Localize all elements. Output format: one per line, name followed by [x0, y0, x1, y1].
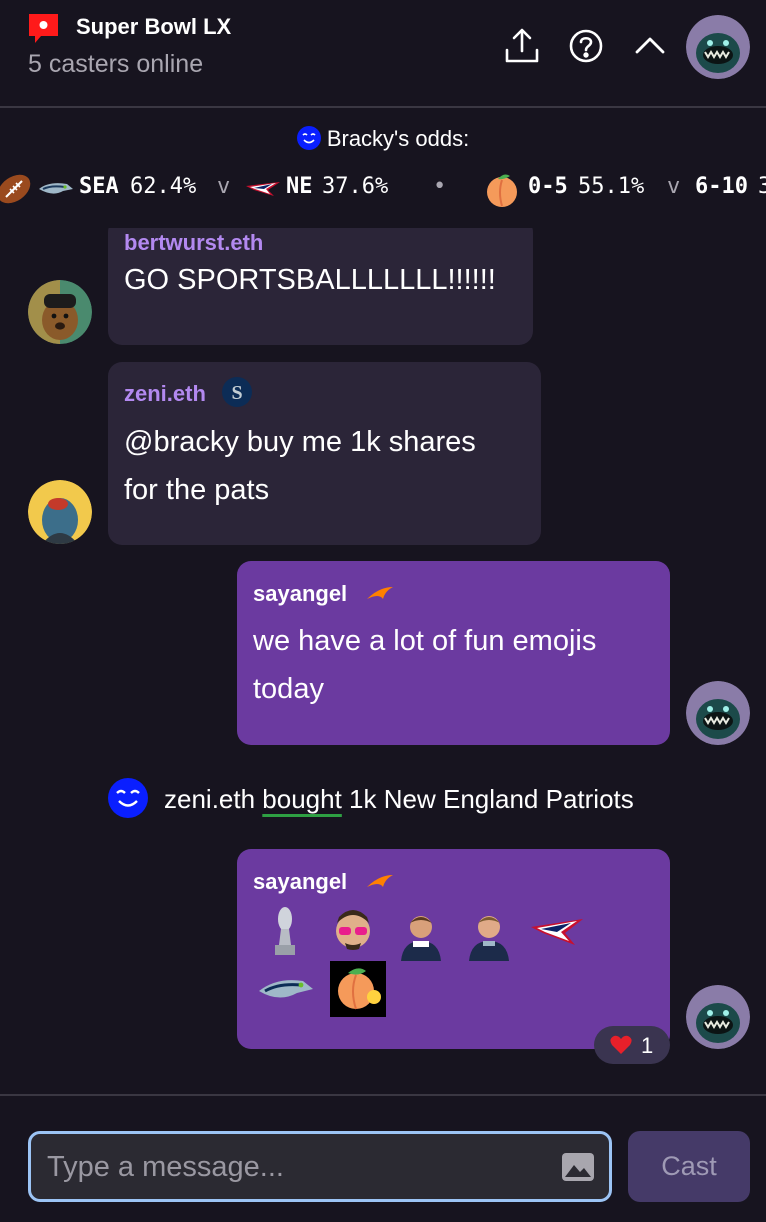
- avatar[interactable]: [28, 280, 92, 344]
- system-message-text: zeni.eth bought 1k New England Patriots: [164, 784, 634, 815]
- ticker-pct2: 37.6%: [322, 174, 389, 199]
- message-text: GO SPORTSBALLLLLLL!!!!!!: [124, 264, 496, 296]
- peach-icon: [487, 174, 517, 207]
- seahawks-logo-icon: [39, 183, 73, 194]
- help-icon[interactable]: [566, 26, 606, 66]
- patriots-logo-icon: [246, 182, 280, 196]
- svg-text:S: S: [231, 382, 242, 404]
- ticker-vs: v: [217, 174, 231, 199]
- room-title: Super Bowl LX: [76, 14, 232, 39]
- avatar[interactable]: [28, 480, 92, 544]
- ticker-pct3: 55.1%: [578, 174, 645, 199]
- message-bubble-own: sayangel we have a lot of fun emojis tod…: [237, 561, 670, 745]
- ticker-separator: •: [433, 174, 447, 199]
- message-text: today: [253, 673, 324, 705]
- message-author[interactable]: sayangel: [253, 869, 347, 895]
- chat-header: Super Bowl LX 5 casters online: [0, 0, 766, 108]
- mclaren-icon: [367, 875, 393, 887]
- ticker-vs2: v: [667, 174, 681, 199]
- odds-title: Bracky's odds:: [0, 126, 766, 152]
- mariners-badge-icon: S: [222, 377, 252, 407]
- message-author[interactable]: bertwurst.eth: [124, 230, 263, 256]
- seahawks-logo-emoji-icon[interactable]: [257, 961, 313, 1017]
- bracky-icon: [108, 778, 148, 818]
- reaction-count: 1: [641, 1033, 654, 1058]
- online-count: 5 casters online: [28, 50, 204, 78]
- image-upload-icon[interactable]: [561, 1152, 595, 1182]
- composer: Cast: [0, 1094, 766, 1222]
- odds-ticker[interactable]: SEA 62.4% v NE 37.6% • 0-5 55.1% v 6-10 …: [0, 172, 766, 212]
- ticker-team1: SEA: [79, 174, 119, 199]
- football-icon: [0, 174, 31, 204]
- ticker-pct1: 62.4%: [130, 174, 197, 199]
- mclaren-icon: [367, 587, 393, 599]
- system-verb: bought: [262, 784, 342, 814]
- odds-title-text: Bracky's odds:: [326, 126, 470, 151]
- player-emoji-icon[interactable]: [393, 905, 449, 961]
- bracky-icon: [296, 126, 321, 150]
- ticker-team3: 0-5: [528, 174, 568, 199]
- patriots-logo-emoji-icon[interactable]: [529, 905, 585, 961]
- face-emoji-icon[interactable]: [325, 905, 381, 961]
- chat-feed[interactable]: bertwurst.eth GO SPORTSBALLLLLLL!!!!!! z…: [0, 228, 766, 1094]
- avatar[interactable]: [686, 681, 750, 745]
- live-icon: [29, 14, 58, 43]
- ticker-pct4: 3: [758, 174, 766, 199]
- message-bubble-own: sayangel: [237, 849, 670, 1049]
- ticker-team2: NE: [286, 174, 313, 199]
- trophy-emoji-icon[interactable]: [257, 905, 313, 961]
- odds-panel: Bracky's odds: SEA 62.4% v NE 37.6% • 0-…: [0, 110, 766, 228]
- message-author[interactable]: zeni.eth: [124, 381, 206, 407]
- chevron-up-icon[interactable]: [630, 26, 670, 66]
- message-bubble: bertwurst.eth GO SPORTSBALLLLLLL!!!!!!: [108, 228, 533, 345]
- user-avatar[interactable]: [686, 15, 750, 79]
- system-target: 1k New England Patriots: [341, 784, 634, 814]
- peach-emoji-icon[interactable]: [330, 961, 386, 1017]
- message-text: for the pats: [124, 474, 270, 506]
- message-text: @bracky buy me 1k shares: [124, 426, 476, 458]
- message-bubble: zeni.eth S @bracky buy me 1k shares for …: [108, 362, 541, 545]
- cast-button[interactable]: Cast: [628, 1131, 750, 1202]
- share-icon[interactable]: [502, 26, 542, 66]
- player-emoji-icon[interactable]: [461, 905, 517, 961]
- message-text: we have a lot of fun emojis: [253, 625, 597, 657]
- message-author[interactable]: sayangel: [253, 581, 347, 607]
- avatar[interactable]: [686, 985, 750, 1049]
- message-input-wrapper[interactable]: [28, 1131, 612, 1202]
- reaction-chip[interactable]: 1: [594, 1026, 670, 1064]
- ticker-team4: 6-10: [695, 174, 748, 199]
- heart-icon: [610, 1035, 632, 1054]
- system-user: zeni.eth: [164, 784, 263, 814]
- message-input[interactable]: [47, 1144, 547, 1190]
